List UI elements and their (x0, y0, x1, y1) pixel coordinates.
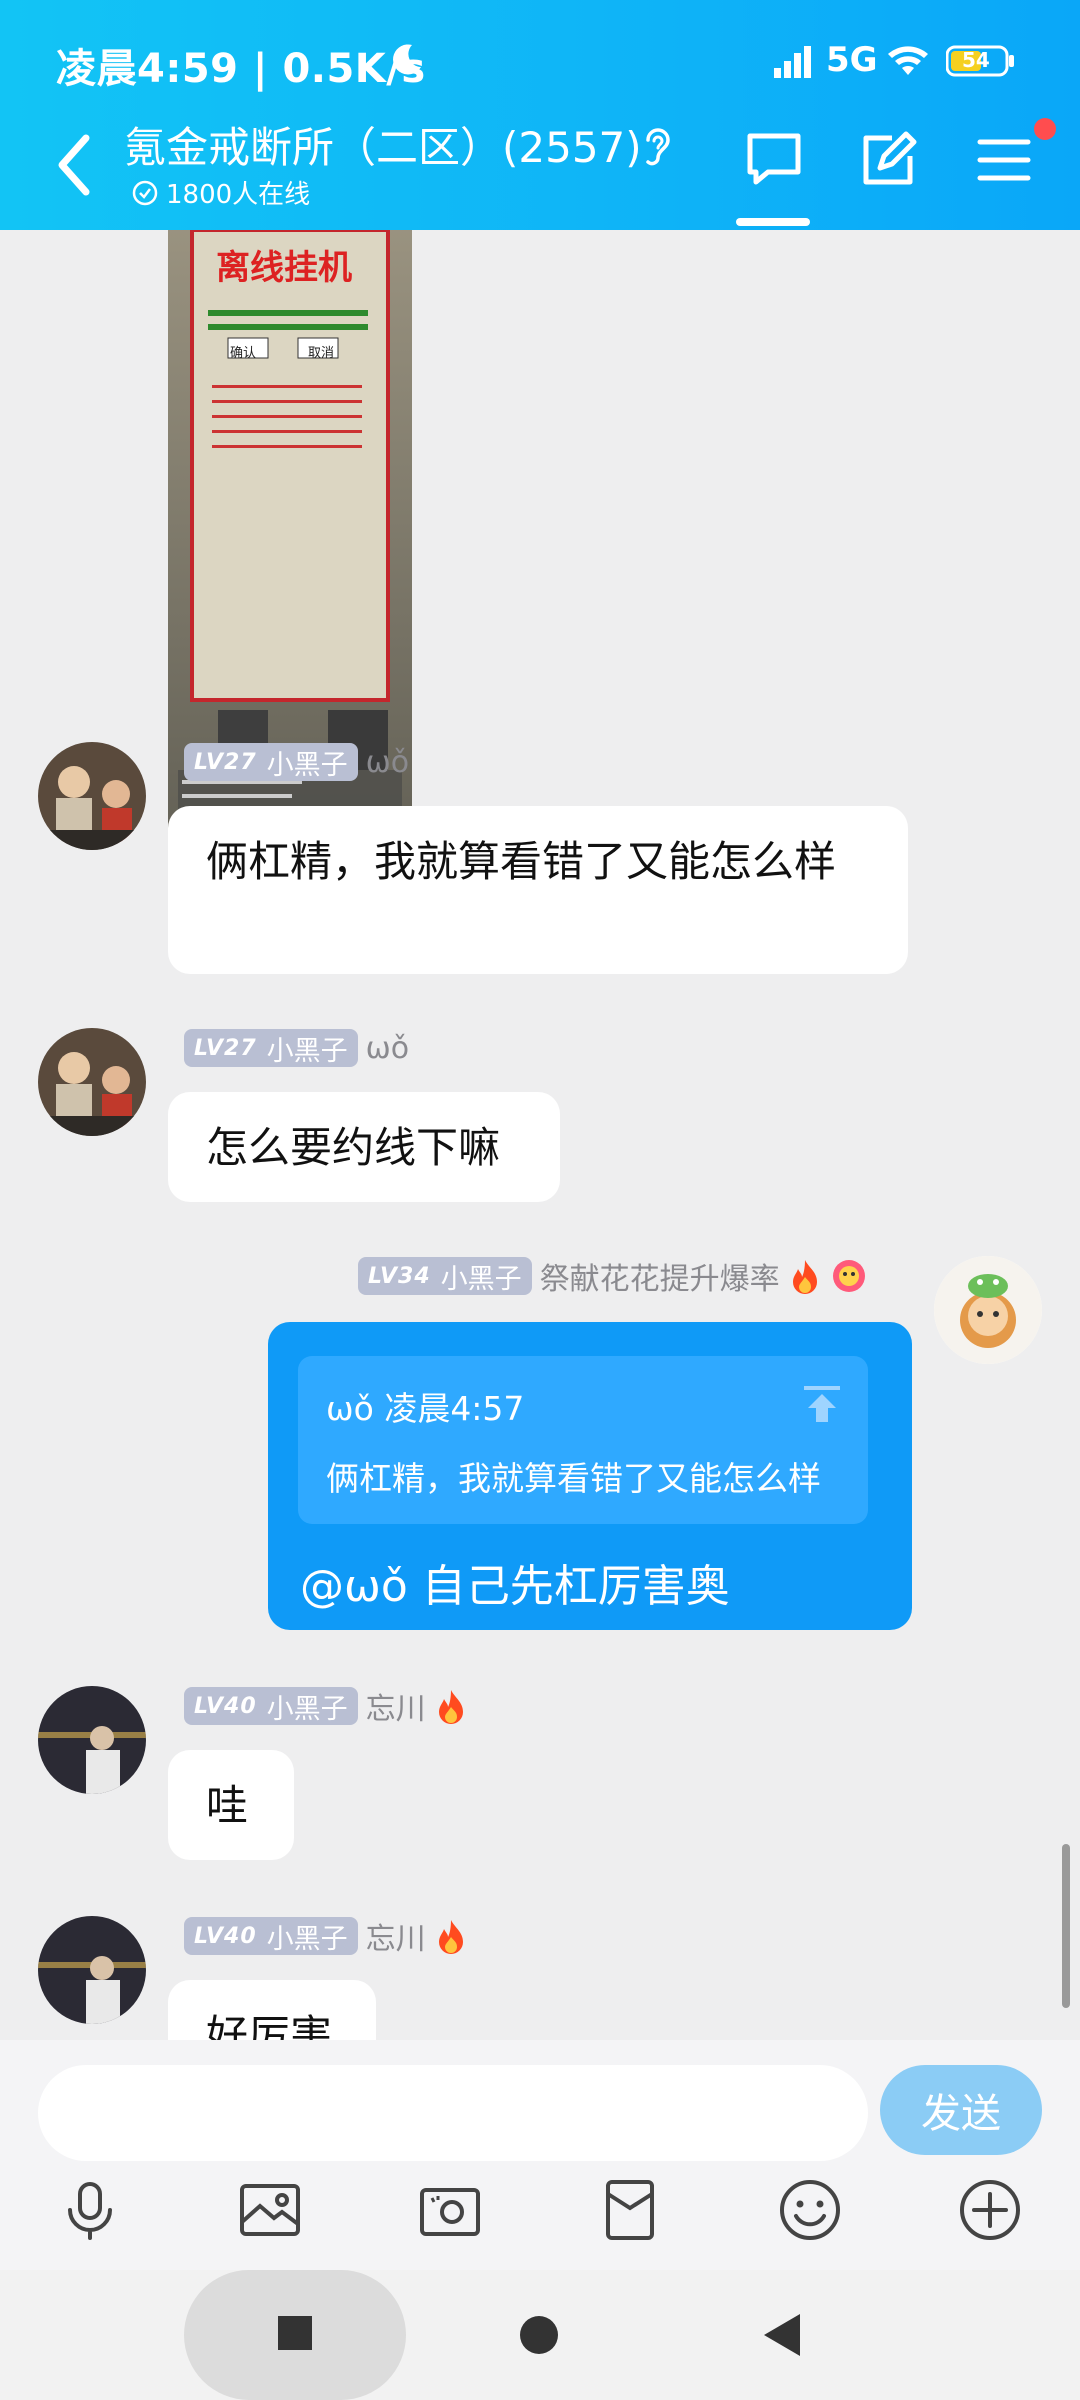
message-text: 怎么要约线下嘛 (206, 1123, 501, 1172)
level-badge: LV40 小黑子 (184, 1917, 358, 1955)
emoji-icon[interactable] (778, 2178, 842, 2242)
recents-icon[interactable] (276, 2314, 314, 2352)
image-confirm-text: 确认 (230, 346, 257, 361)
plus-icon[interactable] (958, 2178, 1022, 2242)
sender-name[interactable]: 忘川 (366, 1684, 426, 1728)
input-bar: 发送 (0, 2040, 1080, 2270)
my-message-bubble[interactable]: ωǒ 凌晨4:57 俩杠精，我就算看错了又能怎么样 @ωǒ 自己先杠厉害奥 (268, 1322, 912, 1630)
ear-icon[interactable] (640, 124, 676, 170)
quote-header: ωǒ 凌晨4:57 (326, 1389, 525, 1428)
avatar[interactable] (38, 742, 146, 850)
message-input[interactable] (38, 2065, 868, 2161)
message-text: 俩杠精，我就算看错了又能怎么样 (206, 837, 837, 886)
message-meta: LV27 小黑子 ωǒ (184, 742, 409, 782)
online-count: 1800人在线 (166, 180, 311, 210)
status-bar: 凌晨4:59 | 0.5K/s 5G 54 (0, 0, 1080, 120)
message-list[interactable]: 离线挂机 确认 取消 菜单 使用 行动 LV27小黑子 ωǒ 俩杠精，我就算看错… (0, 230, 1080, 2040)
sender-name[interactable]: 忘川 (366, 1914, 426, 1958)
message-meta: LV40 小黑子 忘川 (184, 1914, 470, 1958)
scrollbar[interactable] (1062, 1844, 1070, 2008)
message-text: @ωǒ 自己先杠厉害奥 (300, 1561, 730, 1612)
message-text: 好厉害 (206, 2011, 333, 2040)
chat-header: 凌晨4:59 | 0.5K/s 5G 54 氪金戒断所（二区）(2557) 18… (0, 0, 1080, 230)
message-bubble[interactable]: 俩杠精，我就算看错了又能怎么样 (168, 806, 908, 974)
active-tab-indicator (736, 218, 810, 226)
image-title-text: 离线挂机 (216, 248, 352, 288)
message-text: 哇 (206, 1781, 249, 1830)
message-meta: LV34 小黑子 祭献花花提升爆率 (358, 1254, 868, 1298)
status-time: 凌晨4:59 | 0.5K/s (56, 46, 426, 92)
fire-icon (438, 1690, 463, 1724)
edit-post-icon[interactable] (858, 130, 918, 190)
message-bubble[interactable]: 哇 (168, 1750, 294, 1860)
my-avatar[interactable] (934, 1256, 1042, 1364)
level-badge: LV27 小黑子 (184, 1029, 358, 1067)
signal-icon (774, 46, 811, 78)
quoted-message[interactable]: ωǒ 凌晨4:57 俩杠精，我就算看错了又能怎么样 (298, 1356, 868, 1524)
red-packet-icon[interactable] (598, 2178, 662, 2242)
message-meta: LV40 小黑子 忘川 (184, 1684, 470, 1728)
chat-tab-icon[interactable] (744, 130, 804, 190)
notification-dot (1034, 118, 1056, 140)
fire-icon (792, 1260, 817, 1294)
send-button[interactable]: 发送 (880, 2065, 1042, 2155)
system-nav-bar (0, 2270, 1080, 2400)
avatar[interactable] (38, 1686, 146, 1794)
home-icon[interactable] (518, 2314, 560, 2356)
back-icon[interactable] (50, 130, 100, 200)
message-bubble[interactable]: 怎么要约线下嘛 (168, 1092, 560, 1202)
online-status-icon (132, 180, 158, 206)
avatar[interactable] (38, 1916, 146, 2024)
network-type: 5G (826, 40, 878, 80)
menu-icon[interactable] (974, 130, 1034, 190)
jump-to-quote-icon[interactable] (800, 1384, 844, 1424)
microphone-icon[interactable] (58, 2178, 122, 2242)
back-nav-icon[interactable] (760, 2312, 804, 2358)
image-icon[interactable] (238, 2178, 302, 2242)
avatar[interactable] (38, 1028, 146, 1136)
sender-name[interactable]: ωǒ (366, 1031, 409, 1066)
flower-icon (832, 1260, 865, 1292)
sender-name[interactable]: ωǒ (366, 745, 409, 780)
message-bubble[interactable]: 好厉害 (168, 1980, 376, 2040)
level-badge: LV27 小黑子 (184, 743, 358, 781)
message-meta: LV27 小黑子 ωǒ (184, 1028, 409, 1068)
quote-text: 俩杠精，我就算看错了又能怎么样 (326, 1459, 821, 1498)
fire-icon (438, 1920, 463, 1954)
group-title[interactable]: 氪金戒断所（二区）(2557) (124, 114, 642, 175)
level-badge: LV40 小黑子 (184, 1687, 358, 1725)
wifi-icon (888, 46, 928, 75)
moon-icon (393, 44, 421, 75)
sender-name[interactable]: 祭献花花提升爆率 (540, 1254, 780, 1298)
image-cancel-text: 取消 (308, 346, 335, 361)
camera-icon[interactable] (418, 2178, 482, 2242)
level-badge: LV34 小黑子 (358, 1257, 532, 1295)
battery-level: 54 (962, 48, 990, 72)
